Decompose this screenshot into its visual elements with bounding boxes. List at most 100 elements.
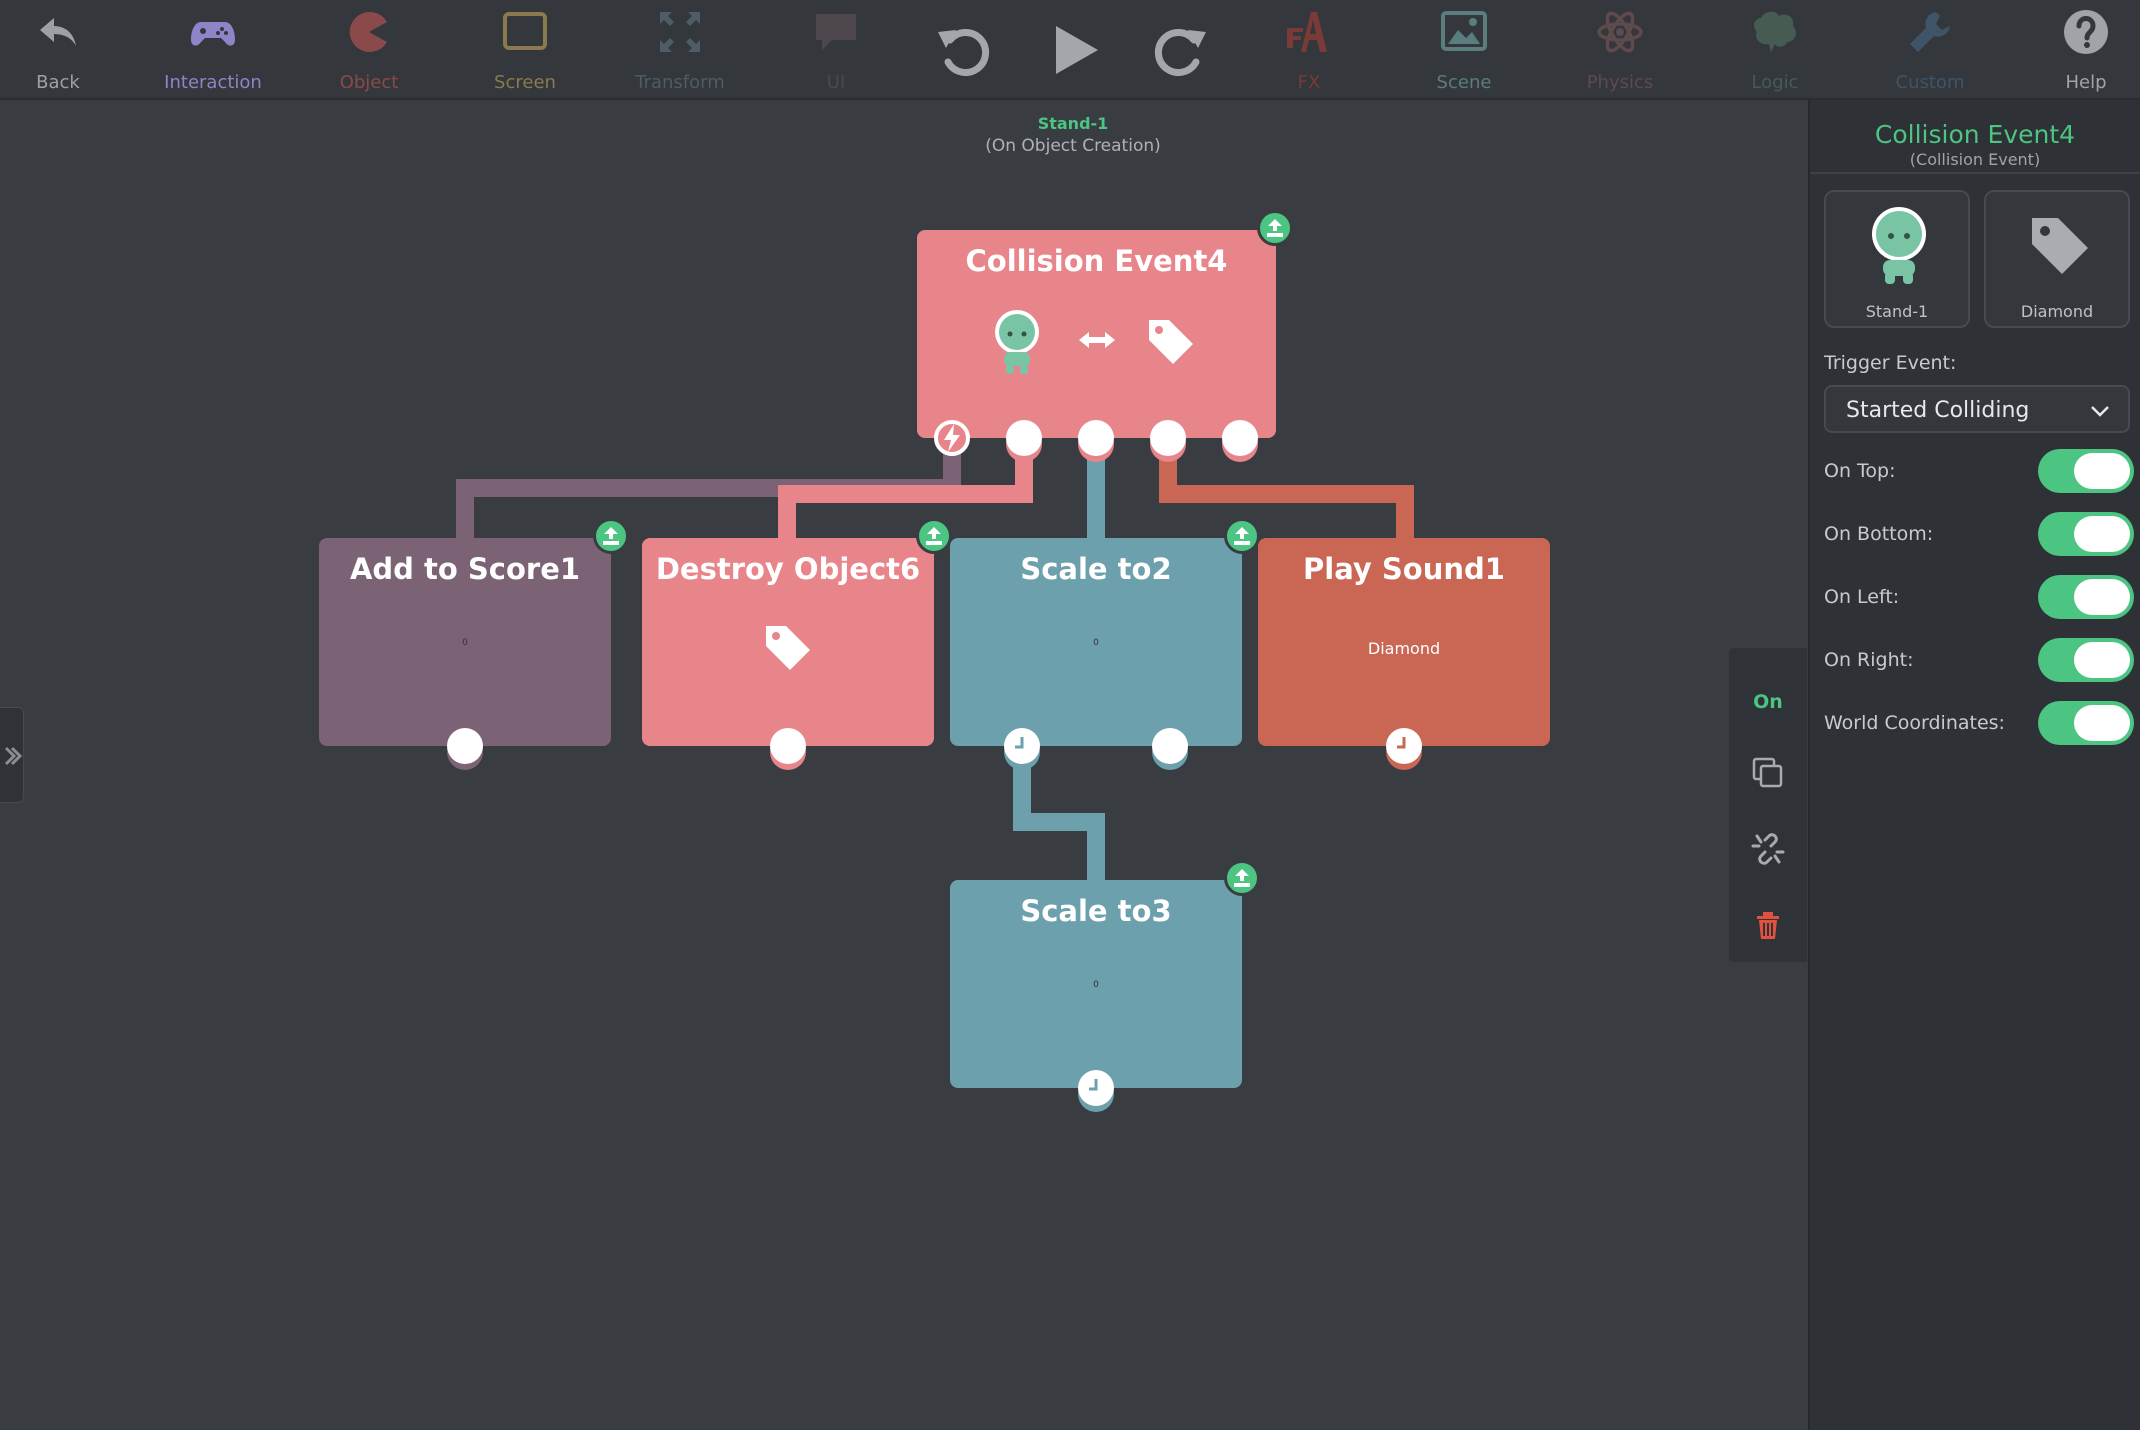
timer-port[interactable] <box>1004 728 1040 764</box>
play-icon <box>1056 26 1098 74</box>
tool-label: Custom <box>1895 72 1965 93</box>
node-collision-event[interactable]: Collision Event4 <box>917 230 1276 438</box>
copy-button[interactable] <box>1729 740 1807 804</box>
clock-icon <box>1015 737 1024 749</box>
pacman-icon <box>349 11 387 52</box>
tool-custom[interactable]: Custom <box>1860 0 2000 100</box>
toggle-knob <box>2074 579 2130 615</box>
undo-button[interactable] <box>932 18 996 82</box>
toggle-knob <box>2074 453 2130 489</box>
tool-label: Scene <box>1436 72 1492 93</box>
toggle-label-left: On Left: <box>1824 586 1900 608</box>
export-upload-button[interactable] <box>593 518 629 554</box>
toggle-knob <box>2074 642 2130 678</box>
node-action-bar: On <box>1729 648 1807 962</box>
expand-chevron-icon <box>4 746 22 766</box>
on-bottom-toggle[interactable] <box>2038 512 2134 556</box>
speech-bubble-icon <box>816 14 856 50</box>
toggle-on-button[interactable]: On <box>1729 670 1807 734</box>
output-port[interactable] <box>1222 420 1258 456</box>
toggle-label-bottom: On Bottom: <box>1824 523 1934 545</box>
fx-icon <box>1287 12 1327 52</box>
tool-label: UI <box>826 72 846 93</box>
unlink-button[interactable] <box>1729 816 1807 880</box>
lightning-icon <box>944 424 960 452</box>
toggle-knob <box>2074 705 2130 741</box>
node-title: Collision Event4 <box>965 244 1228 278</box>
wire-to-destroy <box>778 438 1033 549</box>
redo-button[interactable] <box>1148 18 1212 82</box>
output-port[interactable] <box>1006 420 1042 456</box>
tool-label: Transform <box>635 72 725 93</box>
output-port[interactable] <box>1078 420 1114 456</box>
output-port[interactable] <box>1150 420 1186 456</box>
inspector-panel: Collision Event4 (Collision Event) Stand… <box>1808 100 2140 1430</box>
trigger-event-select[interactable]: Started Colliding <box>1824 385 2130 433</box>
left-panel-toggle[interactable] <box>0 707 24 803</box>
toggle-label-right: On Right: <box>1824 649 1914 671</box>
tool-label: Help <box>2065 72 2107 93</box>
tool-back[interactable]: Back <box>0 0 128 100</box>
on-right-toggle[interactable] <box>2038 638 2134 682</box>
world-coordinates-toggle[interactable] <box>2038 701 2134 745</box>
tool-label: Interaction <box>164 72 262 93</box>
undo-icon <box>938 29 990 76</box>
port-lightning[interactable] <box>934 420 970 456</box>
node-value: 0 <box>462 638 468 648</box>
export-upload-button[interactable] <box>1224 518 1260 554</box>
tag-icon <box>766 626 810 670</box>
redo-icon <box>1154 29 1206 76</box>
export-upload-button[interactable] <box>1224 860 1260 896</box>
timer-port[interactable] <box>1078 1070 1114 1106</box>
node-title: Scale to2 <box>1020 552 1172 586</box>
object-b-card[interactable]: Diamond <box>1984 190 2130 328</box>
tool-screen[interactable]: Screen <box>455 0 595 100</box>
tool-physics[interactable]: Physics <box>1550 0 1690 100</box>
wrench-icon <box>1910 12 1950 52</box>
brain-icon <box>1754 11 1796 53</box>
chevron-down-icon <box>2091 406 2109 417</box>
node-scale-to-3[interactable]: Scale to3 0 <box>950 880 1242 1088</box>
node-destroy-object[interactable]: Destroy Object6 <box>642 538 934 746</box>
tool-object[interactable]: Object <box>299 0 439 100</box>
tool-fx[interactable]: FX <box>1239 0 1379 100</box>
inspector-title: Collision Event4 <box>1874 120 2076 149</box>
delete-button[interactable] <box>1729 892 1807 956</box>
node-value: 0 <box>1093 980 1099 990</box>
node-scale-to-2[interactable]: Scale to2 0 <box>950 538 1242 746</box>
node-title: Destroy Object6 <box>655 552 921 586</box>
tool-transform[interactable]: Transform <box>610 0 750 100</box>
graph-canvas[interactable]: Stand-1 (On Object Creation) Collision E… <box>0 102 1808 1430</box>
tool-help[interactable]: Help <box>2016 0 2140 100</box>
on-left-toggle[interactable] <box>2038 575 2134 619</box>
tag-icon <box>1149 320 1193 364</box>
tool-label: Back <box>36 72 80 93</box>
unlink-icon <box>1751 833 1785 865</box>
tool-logic[interactable]: Logic <box>1705 0 1845 100</box>
astronaut-icon <box>1872 207 1926 284</box>
tool-interaction[interactable]: Interaction <box>143 0 283 100</box>
play-button[interactable] <box>1042 18 1106 82</box>
toggle-label-world: World Coordinates: <box>1824 712 2005 734</box>
export-upload-button[interactable] <box>1257 210 1293 246</box>
back-arrow-icon <box>40 18 76 46</box>
wire-to-scale3 <box>1013 742 1105 896</box>
export-upload-button[interactable] <box>916 518 952 554</box>
tool-label: Screen <box>494 72 556 93</box>
output-port[interactable] <box>447 728 483 764</box>
object-a-card[interactable]: Stand-1 <box>1824 190 1970 328</box>
atom-icon <box>1597 11 1643 53</box>
tool-label: Physics <box>1586 72 1654 93</box>
tool-label: Logic <box>1751 72 1799 93</box>
output-port[interactable] <box>770 728 806 764</box>
tool-scene[interactable]: Scene <box>1394 0 1534 100</box>
node-play-sound[interactable]: Play Sound1 Diamond <box>1258 538 1550 746</box>
output-port[interactable] <box>1152 728 1188 764</box>
inspector-subtitle: (Collision Event) <box>1909 150 2041 169</box>
tool-ui[interactable]: UI <box>766 0 906 100</box>
top-toolbar: Back Interaction Object Screen Transform… <box>0 0 2140 100</box>
node-add-to-score[interactable]: Add to Score1 0 <box>319 538 611 746</box>
node-sound-name: Diamond <box>1367 639 1441 658</box>
on-top-toggle[interactable] <box>2038 449 2134 493</box>
timer-port[interactable] <box>1386 728 1422 764</box>
